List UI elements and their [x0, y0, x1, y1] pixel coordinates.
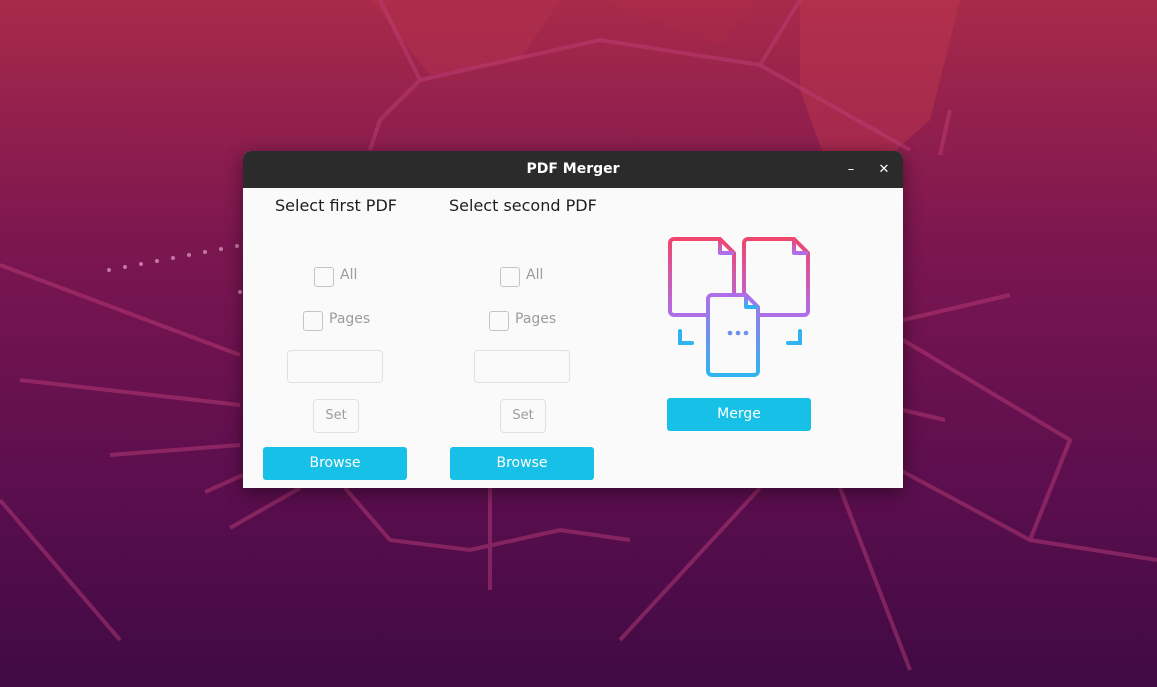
checkbox-label: Pages: [329, 311, 371, 327]
second-pages-checkbox[interactable]: Pages: [489, 309, 579, 331]
checkbox-box[interactable]: [314, 267, 334, 287]
checkbox-box[interactable]: [500, 267, 520, 287]
close-icon[interactable]: ✕: [873, 159, 895, 181]
checkbox-box[interactable]: [303, 311, 323, 331]
first-browse-button[interactable]: Browse: [263, 447, 407, 480]
window-content: Select first PDF All Pages Set Browse Se…: [243, 188, 903, 488]
app-window: PDF Merger – ✕ Select first PDF All Page…: [243, 151, 903, 488]
second-pages-input[interactable]: [474, 350, 570, 383]
checkbox-label: All: [340, 267, 358, 283]
first-set-button[interactable]: Set: [313, 399, 359, 433]
first-pdf-heading: Select first PDF: [275, 196, 397, 215]
second-all-checkbox[interactable]: All: [500, 265, 570, 287]
second-browse-button[interactable]: Browse: [450, 447, 594, 480]
minimize-icon[interactable]: –: [840, 159, 862, 181]
first-all-checkbox[interactable]: All: [314, 265, 384, 287]
merge-documents-icon: [668, 237, 810, 377]
first-pages-input[interactable]: [287, 350, 383, 383]
checkbox-label: Pages: [515, 311, 557, 327]
checkbox-box[interactable]: [489, 311, 509, 331]
window-title: PDF Merger: [526, 161, 620, 177]
second-set-button[interactable]: Set: [500, 399, 546, 433]
checkbox-label: All: [526, 267, 544, 283]
second-pdf-heading: Select second PDF: [449, 196, 597, 215]
first-pages-checkbox[interactable]: Pages: [303, 309, 393, 331]
merge-button[interactable]: Merge: [667, 398, 811, 431]
title-bar[interactable]: PDF Merger – ✕: [243, 151, 903, 188]
